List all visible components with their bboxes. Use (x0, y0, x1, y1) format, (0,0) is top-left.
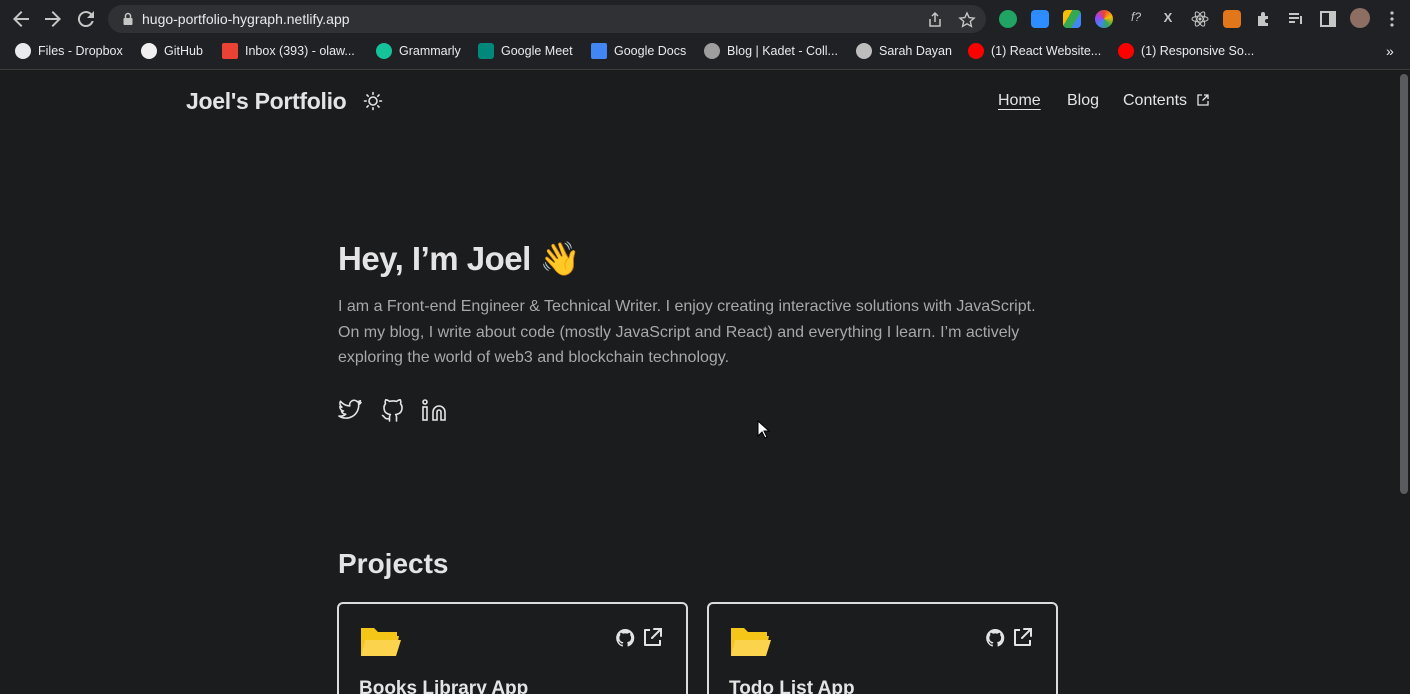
github-icon (141, 43, 157, 59)
share-icon[interactable] (926, 11, 944, 29)
page-scrollbar[interactable] (1398, 70, 1410, 694)
more-bookmarks-button[interactable]: » (1386, 42, 1394, 60)
google-meet-icon (478, 43, 494, 59)
google-drive-extension-icon[interactable] (1063, 10, 1081, 28)
browser-chrome: hugo-portfolio-hygraph.netlify.app f? X (0, 0, 1410, 70)
github-icon[interactable] (380, 397, 406, 423)
metamask-extension-icon[interactable] (1223, 10, 1241, 28)
reload-icon[interactable] (74, 7, 98, 31)
bookmark-item[interactable]: Google Docs (591, 42, 686, 60)
bookmark-item[interactable]: Inbox (393) - olaw... (222, 42, 355, 60)
extensions-puzzle-icon[interactable] (1255, 10, 1273, 28)
github-icon[interactable] (615, 628, 635, 648)
profile-avatar[interactable] (1350, 8, 1370, 28)
grammarly-extension-icon[interactable] (999, 10, 1017, 28)
avatar-icon (856, 43, 872, 59)
kadet-icon (704, 43, 720, 59)
browser-toolbar: hugo-portfolio-hygraph.netlify.app f? X (0, 0, 1410, 38)
reading-list-icon[interactable] (1287, 10, 1305, 28)
external-link-icon (1197, 94, 1209, 106)
hero-intro: I am a Front-end Engineer & Technical Wr… (338, 298, 1036, 366)
bookmark-item[interactable]: Google Meet (478, 42, 573, 60)
site-title[interactable]: Joel's Portfolio (186, 88, 347, 115)
react-devtools-extension-icon[interactable] (1191, 10, 1209, 28)
bookmark-item[interactable]: Grammarly (376, 42, 461, 60)
translate-extension-icon[interactable]: X (1159, 10, 1177, 28)
project-card-title: Books Library App (359, 678, 529, 694)
google-docs-icon (591, 43, 607, 59)
project-card[interactable]: Todo List App (707, 602, 1058, 694)
address-bar[interactable]: hugo-portfolio-hygraph.netlify.app (108, 5, 986, 33)
linkedin-icon[interactable] (421, 397, 447, 423)
color-picker-extension-icon[interactable] (1095, 10, 1113, 28)
external-link-icon[interactable] (1012, 627, 1033, 648)
side-panel-icon[interactable] (1319, 10, 1337, 28)
nav-link-contents[interactable]: Contents (1123, 92, 1187, 110)
bookmark-item[interactable]: Blog | Kadet - Coll... (704, 42, 838, 60)
folder-icon (361, 628, 401, 656)
twitter-icon[interactable] (337, 397, 363, 423)
mouse-cursor-icon (757, 420, 771, 439)
folder-icon (731, 628, 771, 656)
external-link-icon[interactable] (642, 627, 663, 648)
font-extension-icon[interactable]: f? (1127, 10, 1145, 28)
back-arrow-icon[interactable] (9, 7, 33, 31)
github-icon[interactable] (985, 628, 1005, 648)
bookmark-item[interactable]: (1) Responsive So... (1118, 42, 1254, 60)
bookmarks-bar: Files - Dropbox GitHub Inbox (393) - ola… (0, 38, 1410, 64)
browser-menu-icon[interactable] (1383, 10, 1401, 28)
lock-icon (123, 12, 133, 25)
url-text: hugo-portfolio-hygraph.netlify.app (142, 11, 350, 27)
bookmark-item[interactable]: Sarah Dayan (856, 42, 952, 60)
globe-icon (15, 43, 31, 59)
gmail-icon (222, 43, 238, 59)
youtube-icon (1118, 43, 1134, 59)
zoom-extension-icon[interactable] (1031, 10, 1049, 28)
forward-arrow-icon[interactable] (41, 7, 65, 31)
bookmark-item[interactable]: Files - Dropbox (15, 42, 123, 60)
bookmark-item[interactable]: (1) React Website... (968, 42, 1101, 60)
grammarly-icon (376, 43, 392, 59)
scrollbar-thumb[interactable] (1400, 74, 1408, 494)
youtube-icon (968, 43, 984, 59)
nav-link-home[interactable]: Home (998, 92, 1041, 110)
project-card[interactable]: Books Library App (337, 602, 688, 694)
bookmark-item[interactable]: GitHub (141, 42, 203, 60)
bookmark-star-icon[interactable] (958, 11, 976, 29)
page-content: Joel's Portfolio Home Blog Contents Hey,… (0, 70, 1398, 694)
project-card-title: Todo List App (729, 678, 855, 694)
theme-toggle-sun-icon[interactable] (363, 91, 383, 111)
hero-title: Hey, I’m Joel 👋 (338, 240, 581, 277)
nav-link-blog[interactable]: Blog (1067, 92, 1099, 110)
projects-section-title: Projects (338, 548, 449, 579)
